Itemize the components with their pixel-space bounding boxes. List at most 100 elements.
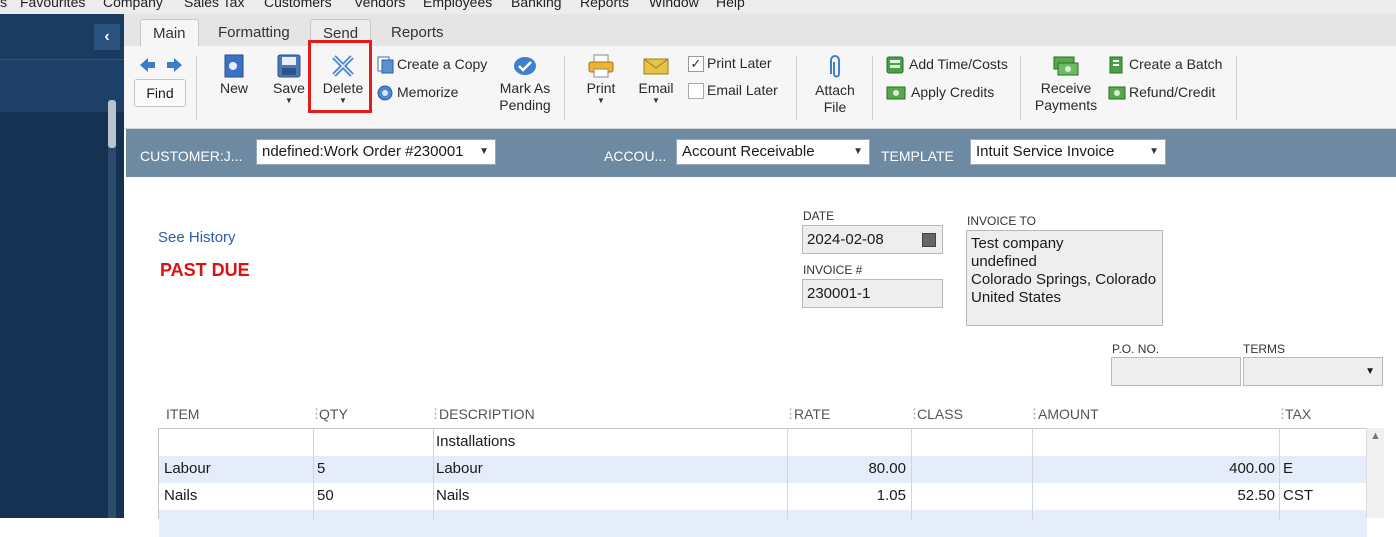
cell-amount[interactable]: 52.50 <box>1033 483 1275 510</box>
account-select[interactable]: Account Receivable ▼ <box>676 139 870 165</box>
cell-description[interactable]: Labour <box>436 456 483 483</box>
print-button[interactable]: Print ▼ <box>580 54 622 105</box>
menu-item-help[interactable]: Help <box>716 0 745 10</box>
invoice-to-line: United States <box>971 289 1062 306</box>
chevron-down-icon[interactable]: ▼ <box>1365 366 1375 377</box>
invoice-number-label: INVOICE # <box>803 263 863 277</box>
menu-item-reports[interactable]: Reports <box>580 0 629 10</box>
refund-icon <box>1108 86 1126 100</box>
add-time-costs-button[interactable]: Add Time/Costs <box>886 55 1008 74</box>
invoice-to-address[interactable]: Test company undefined Colorado Springs,… <box>966 230 1163 326</box>
attach-file-button[interactable]: Attach File <box>810 54 860 116</box>
refund-credit-button[interactable]: Refund/Credit <box>1108 83 1215 102</box>
po-number-label: P.O. NO. <box>1112 342 1160 356</box>
cell-description[interactable]: Installations <box>436 429 515 456</box>
tab-formatting[interactable]: Formatting <box>206 19 302 46</box>
prev-next-arrows-icon[interactable] <box>138 56 184 74</box>
toolbar-divider <box>872 56 873 120</box>
receive-payments-icon <box>1053 56 1079 76</box>
menu-item-vendors[interactable]: Vendors <box>354 0 405 10</box>
template-select[interactable]: Intuit Service Invoice ▼ <box>970 139 1166 165</box>
menu-item-s[interactable]: s <box>0 0 7 10</box>
print-dropdown-icon[interactable]: ▼ <box>580 97 622 105</box>
table-scrollbar[interactable]: ▲ <box>1366 428 1384 518</box>
receive-payments-button[interactable]: Receive Payments <box>1030 54 1102 114</box>
table-row[interactable]: Labour 5 Labour 80.00 400.00 E <box>159 456 1367 483</box>
sidebar-scrollbar[interactable] <box>108 100 116 518</box>
menu-item-employees[interactable]: Employees <box>423 0 492 10</box>
chevron-down-icon[interactable]: ▼ <box>1149 140 1159 164</box>
menu-item-favourites[interactable]: Favourites <box>20 0 85 10</box>
cell-amount[interactable] <box>1033 429 1275 456</box>
cell-amount[interactable]: 400.00 <box>1033 456 1275 483</box>
email-label: Email <box>638 80 674 96</box>
table-row[interactable]: Installations <box>159 429 1367 456</box>
table-row[interactable]: Nails 50 Nails 1.05 52.50 CST <box>159 483 1367 510</box>
date-field[interactable]: 2024-02-08 <box>802 225 943 254</box>
cell-rate[interactable]: 1.05 <box>788 483 906 510</box>
menu-item-banking[interactable]: Banking <box>511 0 562 10</box>
chevron-down-icon[interactable]: ▼ <box>479 140 489 164</box>
menu-item-customers[interactable]: Customers <box>264 0 332 10</box>
email-button[interactable]: Email ▼ <box>634 54 678 105</box>
cell-item[interactable]: Labour <box>164 456 211 483</box>
column-divider <box>1279 429 1280 519</box>
cell-rate[interactable] <box>788 510 906 537</box>
collapse-sidebar-icon[interactable]: ‹ <box>94 24 120 50</box>
create-batch-label: Create a Batch <box>1129 56 1223 72</box>
new-button[interactable]: New <box>214 54 254 97</box>
cell-rate[interactable]: 80.00 <box>788 456 906 483</box>
tab-reports[interactable]: Reports <box>379 19 456 46</box>
cell-tax[interactable]: CST <box>1283 483 1313 510</box>
column-header-rate[interactable]: RATE <box>794 406 830 422</box>
column-header-amount[interactable]: AMOUNT <box>1038 406 1099 422</box>
menu-item-company[interactable]: Company <box>103 0 163 10</box>
memorize-icon <box>377 85 393 101</box>
pending-label: Pending <box>499 97 551 113</box>
terms-select[interactable]: ▼ <box>1243 357 1383 386</box>
find-button[interactable]: Find <box>134 79 186 107</box>
column-divider <box>313 429 314 519</box>
scroll-up-icon[interactable]: ▲ <box>1370 430 1381 442</box>
tab-main[interactable]: Main <box>140 19 199 47</box>
save-button[interactable]: Save ▼ <box>268 54 310 105</box>
menu-item-window[interactable]: Window <box>649 0 699 10</box>
menu-item-sales-tax[interactable]: Sales Tax <box>184 0 244 10</box>
print-later-check-icon[interactable]: ✓ <box>688 56 704 73</box>
email-later-checkbox[interactable]: Email Later <box>688 81 778 100</box>
sidebar-scroll-thumb[interactable] <box>108 100 116 148</box>
po-number-field[interactable] <box>1111 357 1241 386</box>
apply-credits-button[interactable]: Apply Credits <box>886 83 994 102</box>
cell-tax[interactable]: E <box>1283 456 1293 483</box>
column-header-class[interactable]: CLASS <box>917 406 963 422</box>
invoice-number-field[interactable]: 230001-1 <box>802 279 943 308</box>
email-dropdown-icon[interactable]: ▼ <box>634 97 678 105</box>
chevron-down-icon[interactable]: ▼ <box>853 140 863 164</box>
file-label: File <box>823 99 847 115</box>
calendar-icon[interactable] <box>922 233 936 247</box>
mark-as-pending-button[interactable]: Mark As Pending <box>494 54 556 114</box>
cell-item[interactable]: Nails <box>164 483 197 510</box>
toolbar-divider <box>196 56 197 120</box>
table-row[interactable] <box>159 510 1367 537</box>
envelope-icon <box>643 58 669 75</box>
column-header-description[interactable]: DESCRIPTION <box>439 406 535 422</box>
column-header-qty[interactable]: QTY <box>319 406 348 422</box>
print-later-checkbox[interactable]: ✓ Print Later <box>688 54 772 73</box>
save-dropdown-icon[interactable]: ▼ <box>268 97 310 105</box>
cell-amount[interactable] <box>1033 510 1275 537</box>
refund-credit-label: Refund/Credit <box>1129 84 1216 100</box>
cell-qty[interactable]: 50 <box>317 483 334 510</box>
cell-rate[interactable] <box>788 429 906 456</box>
see-history-link[interactable]: See History <box>158 229 236 246</box>
column-header-tax[interactable]: TAX <box>1285 406 1311 422</box>
email-later-check-icon[interactable] <box>688 83 704 100</box>
create-copy-button[interactable]: Create a Copy <box>376 55 487 74</box>
cell-description[interactable]: Nails <box>436 483 469 510</box>
memorize-button[interactable]: Memorize <box>376 83 458 102</box>
cell-qty[interactable]: 5 <box>317 456 325 483</box>
create-batch-button[interactable]: Create a Batch <box>1108 55 1222 74</box>
save-disk-icon <box>277 54 301 78</box>
column-header-item[interactable]: ITEM <box>166 406 199 422</box>
customer-job-select[interactable]: ndefined:Work Order #230001 ▼ <box>256 139 496 165</box>
